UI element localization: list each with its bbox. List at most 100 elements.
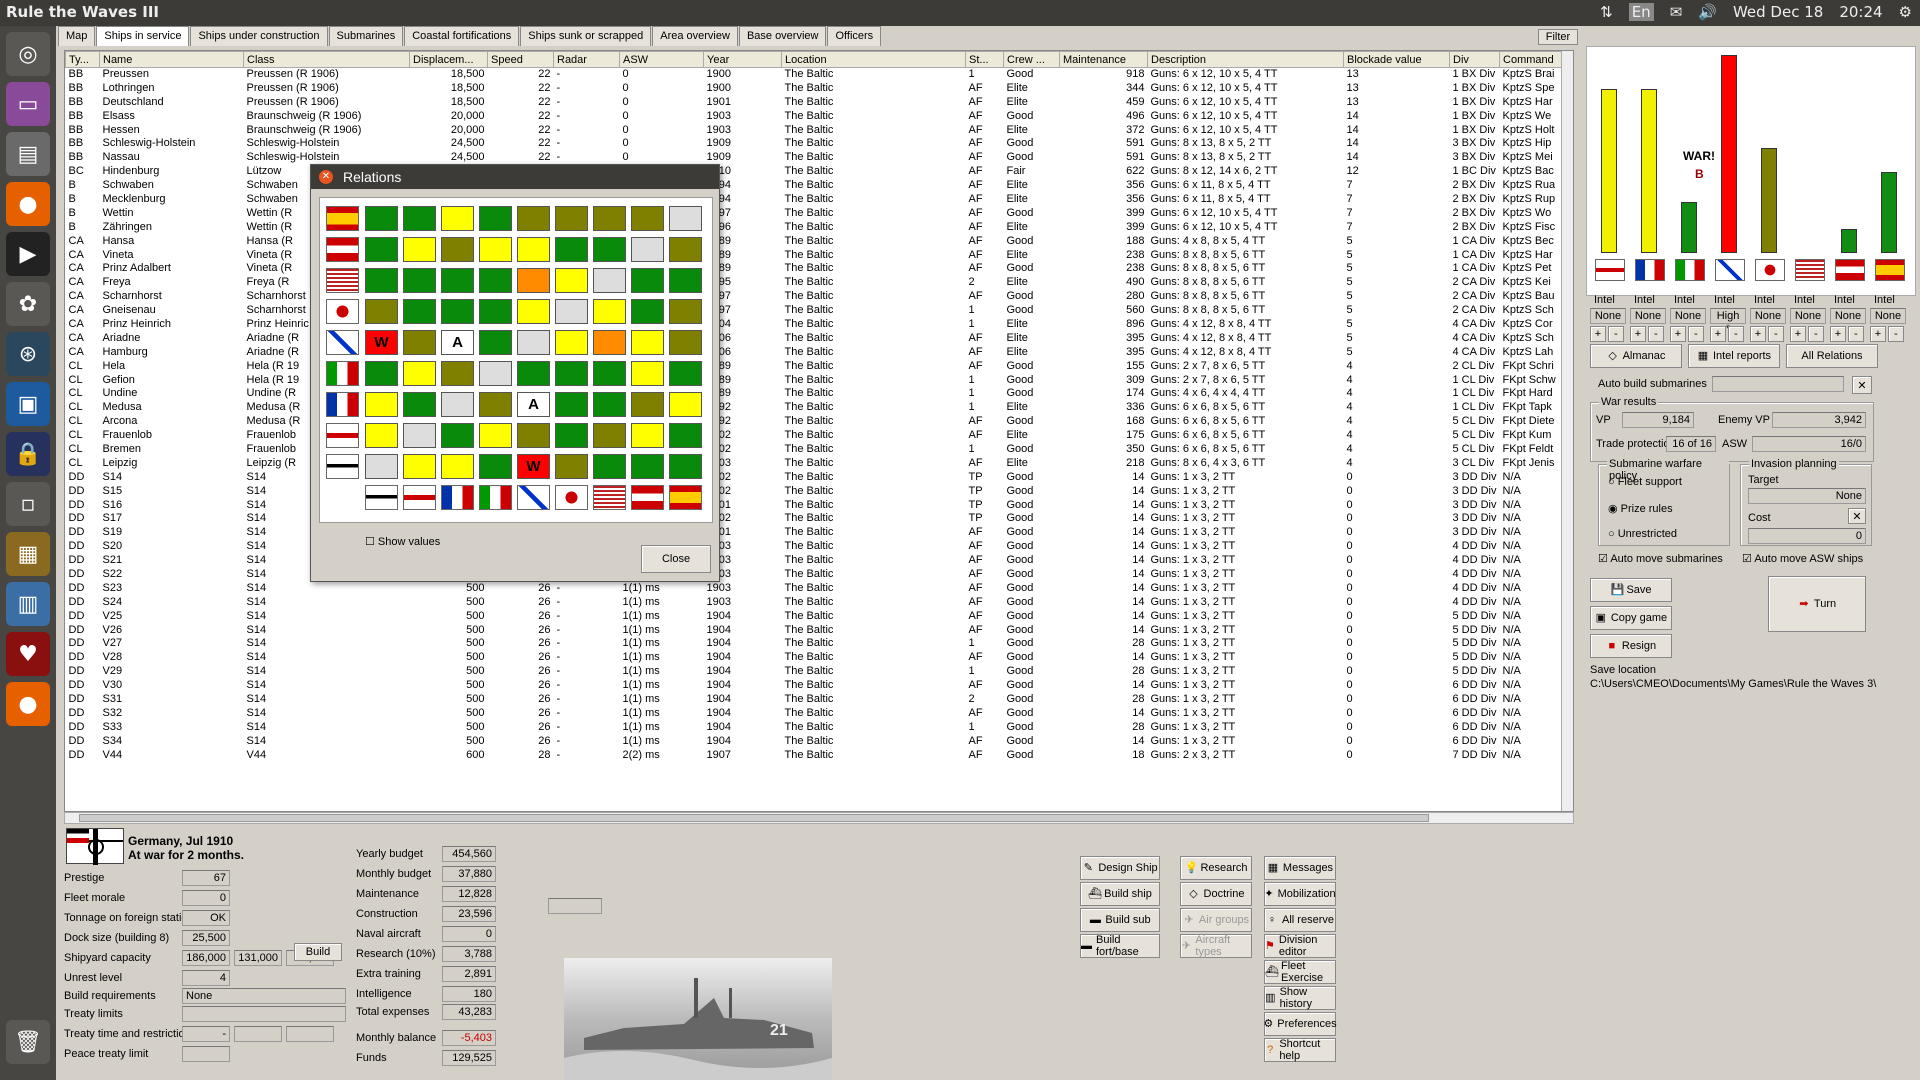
all-reserve-button[interactable]: ♀ All reserve	[1264, 908, 1336, 932]
intel-label[interactable]: Intel	[1674, 294, 1695, 306]
table-cell[interactable]: 0	[1344, 568, 1450, 582]
table-cell[interactable]: DD	[66, 734, 100, 748]
stat-field[interactable]: OK	[182, 910, 230, 926]
table-cell[interactable]: 0	[620, 81, 704, 95]
table-cell[interactable]: Fair	[1004, 165, 1060, 179]
table-cell[interactable]: V28	[100, 651, 244, 665]
table-cell[interactable]: Good	[1004, 595, 1060, 609]
relation-cell[interactable]	[441, 299, 474, 324]
network-icon[interactable]: ⇅	[1600, 3, 1613, 21]
table-cell[interactable]: AF	[966, 81, 1004, 95]
table-cell[interactable]: 14	[1060, 623, 1148, 637]
tab-ships-sunk[interactable]: Ships sunk or scrapped	[520, 26, 652, 46]
table-cell[interactable]: 0	[620, 123, 704, 137]
table-cell[interactable]: AF	[966, 595, 1004, 609]
table-cell[interactable]: Hindenburg	[100, 165, 244, 179]
table-cell[interactable]: 500	[410, 609, 488, 623]
table-cell[interactable]: KptzS Rup	[1500, 193, 1566, 207]
table-cell[interactable]: DD	[66, 526, 100, 540]
table-cell[interactable]: 500	[410, 623, 488, 637]
table-cell[interactable]: Braunschweig (R 1906)	[244, 123, 410, 137]
relation-cell[interactable]	[365, 361, 398, 386]
row-flag-italy-icon[interactable]	[326, 361, 359, 386]
table-cell[interactable]: Guns: 8 x 8, 8 x 5, 6 TT	[1148, 276, 1344, 290]
table-cell[interactable]: 22	[488, 123, 554, 137]
table-cell[interactable]: The Baltic	[782, 748, 966, 762]
table-cell[interactable]: 5 CL Div	[1450, 415, 1500, 429]
table-cell[interactable]: The Baltic	[782, 693, 966, 707]
table-cell[interactable]: Guns: 2 x 7, 8 x 6, 5 TT	[1148, 373, 1344, 387]
relation-cell[interactable]	[365, 423, 398, 448]
table-cell[interactable]: 14	[1060, 484, 1148, 498]
table-cell[interactable]: 1(1) ms	[620, 595, 704, 609]
dock-build-button[interactable]: Build	[294, 943, 342, 961]
table-cell[interactable]: AF	[966, 456, 1004, 470]
table-cell[interactable]: 3 DD Div	[1450, 498, 1500, 512]
table-cell[interactable]: 2	[966, 693, 1004, 707]
relation-cell[interactable]	[669, 361, 702, 386]
table-cell[interactable]: Good	[1004, 734, 1060, 748]
table-cell[interactable]: 5 DD Div	[1450, 637, 1500, 651]
table-cell[interactable]: N/A	[1500, 595, 1566, 609]
relation-cell[interactable]	[403, 237, 436, 262]
relation-cell[interactable]	[555, 237, 588, 262]
division-editor-button[interactable]: ⚑ Division editor	[1264, 934, 1336, 958]
stat-field[interactable]: None	[182, 988, 346, 1004]
relation-cell[interactable]	[631, 454, 664, 479]
almanac-button[interactable]: ◇ Almanac	[1590, 344, 1682, 368]
table-cell[interactable]: 26	[488, 609, 554, 623]
table-cell[interactable]: Guns: 6 x 12, 10 x 5, 4 TT	[1148, 109, 1344, 123]
table-cell[interactable]: 5	[1344, 262, 1450, 276]
col-flag-japan-icon[interactable]	[555, 485, 588, 510]
flag-france-icon[interactable]	[1635, 259, 1665, 281]
relation-cell[interactable]	[441, 454, 474, 479]
relation-cell[interactable]	[479, 454, 512, 479]
column-header[interactable]: Command	[1499, 51, 1567, 68]
table-cell[interactable]: Good	[1004, 68, 1060, 82]
doctrine-button[interactable]: ◇ Doctrine	[1180, 882, 1252, 906]
table-cell[interactable]: 1 CL Div	[1450, 373, 1500, 387]
chromium-icon[interactable]: ◎	[6, 32, 50, 76]
relation-cell[interactable]	[631, 268, 664, 293]
table-cell[interactable]: 6 DD Div	[1450, 679, 1500, 693]
table-cell[interactable]: S14	[244, 720, 410, 734]
table-cell[interactable]: 28	[1060, 693, 1148, 707]
table-cell[interactable]: 4	[1344, 415, 1450, 429]
table-cell[interactable]: The Baltic	[782, 623, 966, 637]
table-cell[interactable]: TP	[966, 470, 1004, 484]
intel-level[interactable]: None	[1750, 308, 1786, 324]
table-cell[interactable]: Good	[1004, 637, 1060, 651]
relation-cell[interactable]	[555, 392, 588, 417]
table-cell[interactable]: DD	[66, 609, 100, 623]
table-cell[interactable]: Preussen (R 1906)	[244, 81, 410, 95]
table-cell[interactable]: 4	[1344, 429, 1450, 443]
table-cell[interactable]: Good	[1004, 304, 1060, 318]
table-cell[interactable]: BB	[66, 95, 100, 109]
table-cell[interactable]: Good	[1004, 554, 1060, 568]
stat-field-2[interactable]: 131,000	[234, 950, 282, 966]
stat-label[interactable]: Unrest level	[64, 972, 122, 984]
table-cell[interactable]: 500	[410, 706, 488, 720]
table-cell[interactable]: 155	[1060, 359, 1148, 373]
table-cell[interactable]: 3 DD Div	[1450, 470, 1500, 484]
intel-minus-button[interactable]: -	[1648, 326, 1664, 342]
table-cell[interactable]: 0	[1344, 581, 1450, 595]
table-cell[interactable]: Good	[1004, 665, 1060, 679]
table-cell[interactable]: 1	[966, 637, 1004, 651]
table-cell[interactable]: 5 DD Div	[1450, 623, 1500, 637]
table-cell[interactable]: The Baltic	[782, 318, 966, 332]
relation-cell[interactable]: W	[365, 330, 398, 355]
table-cell[interactable]: -	[554, 151, 620, 165]
table-cell[interactable]: S14	[244, 734, 410, 748]
table-cell[interactable]: S14	[244, 651, 410, 665]
table-row[interactable]: DD S31 S14 500 26-1(1) ms 1904 The Baltic 2 Good…	[66, 693, 1566, 707]
table-cell[interactable]: N/A	[1500, 470, 1566, 484]
relation-cell[interactable]	[403, 330, 436, 355]
row-flag-austria-icon[interactable]	[326, 237, 359, 262]
table-cell[interactable]: N/A	[1500, 540, 1566, 554]
relation-cell[interactable]	[441, 237, 474, 262]
table-cell[interactable]: 7	[1344, 193, 1450, 207]
row-flag-germany-icon[interactable]	[326, 454, 359, 479]
stat-field[interactable]	[182, 1006, 346, 1022]
budget-value[interactable]: 454,560	[442, 846, 496, 862]
